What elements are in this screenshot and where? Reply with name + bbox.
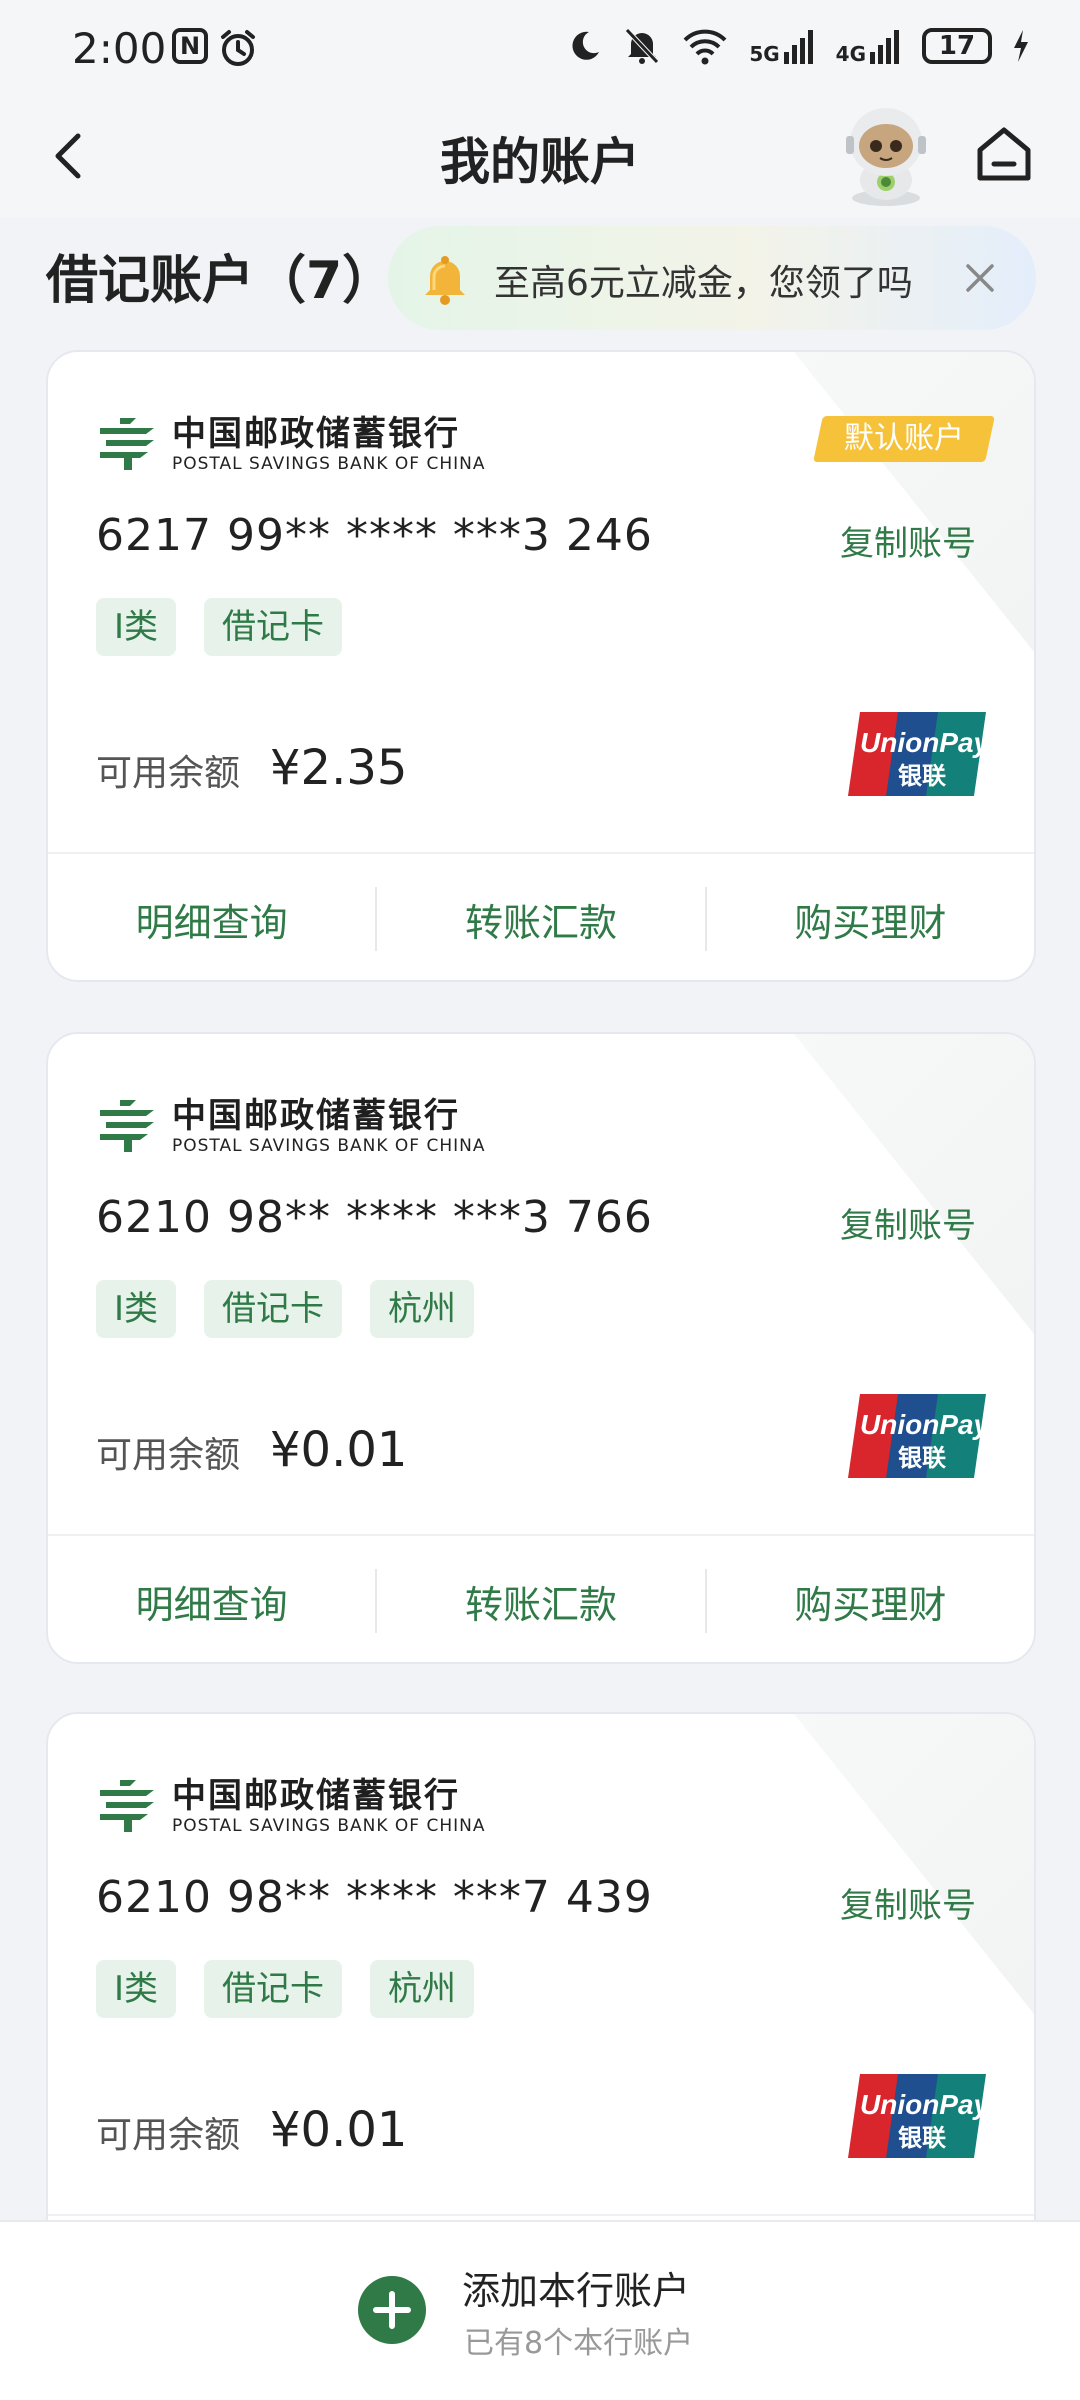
account-tags: I类 借记卡 杭州 xyxy=(96,1960,475,2018)
home-icon[interactable] xyxy=(972,122,1036,186)
bank-name-cn: 中国邮政储蓄银行 xyxy=(172,414,460,454)
bank-logo-icon xyxy=(100,1100,154,1152)
svg-text:UnionPay: UnionPay xyxy=(860,727,988,758)
detail-query-button[interactable]: 明细查询 xyxy=(48,1536,375,1662)
signal-4g-label: 4G xyxy=(835,42,866,66)
bank-logo: 中国邮政储蓄银行 POSTAL SAVINGS BANK OF CHINA xyxy=(96,414,486,474)
account-tag: 借记卡 xyxy=(204,1960,343,2018)
notification-n-icon: N xyxy=(172,28,208,64)
add-account-title[interactable]: 添加本行账户 xyxy=(462,2260,690,2315)
card-actions: 明细查询 转账汇款 购买理财 xyxy=(48,1536,1034,1662)
account-tag: I类 xyxy=(96,1280,177,1338)
charging-icon xyxy=(1014,30,1028,62)
promo-banner[interactable]: 至高6元立减金，您领了吗 xyxy=(388,226,1036,330)
balance-value: ¥0.01 xyxy=(270,2102,408,2158)
svg-text:银联: 银联 xyxy=(898,762,946,790)
add-circle-icon[interactable] xyxy=(356,2274,428,2346)
signal-4g: 4G xyxy=(836,28,902,64)
signal-5g-label: 5G xyxy=(749,42,780,66)
account-tag: I类 xyxy=(96,598,177,656)
add-account-subtitle: 已有8个本行账户 xyxy=(464,2326,694,2361)
bank-names: 中国邮政储蓄银行 POSTAL SAVINGS BANK OF CHINA xyxy=(172,414,486,474)
copy-account-button[interactable]: 复制账号 xyxy=(840,516,976,565)
section-title: 借记账户（7） xyxy=(46,251,395,311)
card-decoration xyxy=(794,1034,1034,1334)
account-tag: I类 xyxy=(96,1960,177,2018)
bank-name-en: POSTAL SAVINGS BANK OF CHINA xyxy=(172,1816,486,1836)
bank-name-cn: 中国邮政储蓄银行 xyxy=(172,1096,460,1136)
account-number: 6210 98** **** ***3 766 xyxy=(96,1192,653,1243)
signal-bars-icon xyxy=(870,30,899,64)
copy-account-button[interactable]: 复制账号 xyxy=(840,1878,976,1927)
unionpay-logo: UnionPay 银联 xyxy=(848,712,988,796)
card-decoration xyxy=(794,1714,1034,2014)
status-right-icons: 5G 4G 17 xyxy=(567,26,1030,66)
buy-wealth-button[interactable]: 购买理财 xyxy=(707,854,1034,980)
account-tag: 借记卡 xyxy=(204,1280,343,1338)
alarm-icon xyxy=(221,30,255,66)
account-card[interactable]: 中国邮政储蓄银行 POSTAL SAVINGS BANK OF CHINA 62… xyxy=(46,1032,1036,1664)
bottom-add-account-bar[interactable]: 添加本行账户 已有8个本行账户 xyxy=(0,2220,1080,2400)
bank-names: 中国邮政储蓄银行 POSTAL SAVINGS BANK OF CHINA xyxy=(172,1096,486,1156)
status-bar: 2:00 N 5G 4G 17 xyxy=(0,0,1080,100)
status-left-icons: N xyxy=(172,28,258,68)
account-number: 6210 98** **** ***7 439 xyxy=(96,1872,653,1923)
copy-account-button[interactable]: 复制账号 xyxy=(840,1198,976,1247)
account-tags: I类 借记卡 xyxy=(96,598,343,656)
detail-query-button[interactable]: 明细查询 xyxy=(48,854,375,980)
bank-names: 中国邮政储蓄银行 POSTAL SAVINGS BANK OF CHINA xyxy=(172,1776,486,1836)
svg-text:UnionPay: UnionPay xyxy=(860,1409,988,1440)
signal-5g: 5G xyxy=(749,28,815,64)
balance-label: 可用余额 xyxy=(96,753,241,794)
card-actions: 明细查询 转账汇款 购买理财 xyxy=(48,854,1034,980)
svg-text:银联: 银联 xyxy=(898,1444,946,1472)
mascot-avatar[interactable] xyxy=(836,102,936,208)
signal-bars-icon xyxy=(783,30,813,64)
bank-logo-icon xyxy=(100,1780,154,1832)
app-header: 我的账户 xyxy=(0,100,1080,218)
transfer-button[interactable]: 转账汇款 xyxy=(377,854,704,980)
battery-indicator: 17 xyxy=(922,28,992,64)
default-account-badge: 默认账户 xyxy=(813,416,995,462)
unionpay-logo: UnionPay 银联 xyxy=(848,2074,988,2158)
bank-logo: 中国邮政储蓄银行 POSTAL SAVINGS BANK OF CHINA xyxy=(96,1096,486,1156)
close-icon[interactable] xyxy=(960,258,1000,298)
account-number: 6217 99** **** ***3 246 xyxy=(96,510,653,561)
bank-name-en: POSTAL SAVINGS BANK OF CHINA xyxy=(172,1136,486,1156)
unionpay-logo: UnionPay 银联 xyxy=(848,1394,988,1478)
default-badge-label: 默认账户 xyxy=(844,421,964,456)
account-card[interactable]: 中国邮政储蓄银行 POSTAL SAVINGS BANK OF CHINA 默认… xyxy=(46,350,1036,982)
moon-icon xyxy=(572,31,600,60)
balance-value: ¥0.01 xyxy=(270,1422,408,1478)
account-tag: 杭州 xyxy=(370,1280,475,1338)
account-tags: I类 借记卡 杭州 xyxy=(96,1280,475,1338)
buy-wealth-button[interactable]: 购买理财 xyxy=(707,1536,1034,1662)
promo-text: 至高6元立减金，您领了吗 xyxy=(494,263,913,304)
bank-logo: 中国邮政储蓄银行 POSTAL SAVINGS BANK OF CHINA xyxy=(96,1776,486,1836)
balance-label: 可用余额 xyxy=(96,1435,241,1476)
card-decoration xyxy=(794,352,1034,652)
transfer-button[interactable]: 转账汇款 xyxy=(377,1536,704,1662)
svg-text:银联: 银联 xyxy=(898,2124,946,2152)
bank-name-en: POSTAL SAVINGS BANK OF CHINA xyxy=(172,454,486,474)
balance-label: 可用余额 xyxy=(96,2115,241,2156)
status-time: 2:00 xyxy=(72,24,167,73)
balance-value: ¥2.35 xyxy=(270,740,408,796)
mute-bell-icon xyxy=(625,28,660,64)
account-tag: 杭州 xyxy=(370,1960,475,2018)
bell-icon xyxy=(425,256,465,305)
bank-logo-icon xyxy=(100,418,154,470)
wifi-icon xyxy=(683,29,727,65)
bank-name-cn: 中国邮政储蓄银行 xyxy=(172,1776,460,1816)
svg-text:UnionPay: UnionPay xyxy=(860,2089,988,2120)
account-tag: 借记卡 xyxy=(204,598,343,656)
